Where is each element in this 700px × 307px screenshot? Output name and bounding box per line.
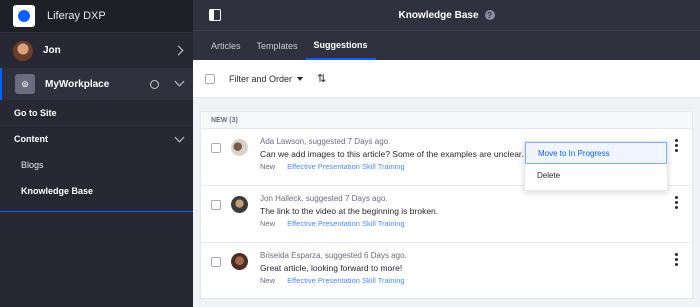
tab-suggestions[interactable]: Suggestions (305, 31, 376, 60)
tab-templates[interactable]: Templates (249, 31, 306, 60)
sort-icon[interactable]: ⇅ (317, 72, 326, 85)
sidebar-section-label: Content (14, 134, 48, 144)
suggestions-list: NEW (3) Ada Lawson, suggested 7 Days ago… (200, 111, 693, 299)
product-menu: Liferay DXP Jon ⊚ MyWorkplace Go to Site… (0, 0, 193, 307)
user-name: Jon (43, 45, 61, 56)
suggestion-meta: Briseida Esparza, suggested 6 Days ago. (260, 251, 407, 260)
status-label: New (260, 219, 276, 228)
kebab-menu-icon[interactable] (675, 253, 678, 266)
avatar (231, 139, 248, 156)
suggestion-footer: New Effective Presentation Skill Trainin… (260, 162, 405, 171)
sidebar-item-knowledge-base[interactable]: Knowledge Base (0, 178, 193, 204)
suggestion-meta: Jon Halleck, suggested 7 Days ago. (260, 194, 388, 203)
product-menu-toggle-icon[interactable] (209, 9, 221, 21)
select-all-checkbox[interactable] (205, 73, 215, 84)
list-item: Jon Halleck, suggested 7 Days ago. The l… (201, 186, 692, 243)
tab-articles[interactable]: Articles (203, 31, 249, 60)
management-toolbar: Filter and Order ⇅ (193, 60, 700, 98)
workplace-name: MyWorkplace (45, 78, 110, 90)
suggestion-footer: New Effective Presentation Skill Trainin… (260, 276, 405, 285)
row-checkbox[interactable] (211, 257, 221, 267)
row-checkbox[interactable] (211, 200, 221, 210)
article-link[interactable]: Effective Presentation Skill Training (287, 162, 404, 171)
avatar (231, 196, 248, 213)
suggestion-footer: New Effective Presentation Skill Trainin… (260, 219, 405, 228)
chevron-right-icon (173, 45, 184, 56)
page-title: Knowledge Base (398, 9, 479, 21)
list-group-header: NEW (3) (201, 112, 692, 129)
site-icon: ⊚ (15, 74, 35, 94)
row-checkbox[interactable] (211, 143, 221, 153)
article-link[interactable]: Effective Presentation Skill Training (287, 276, 404, 285)
delete-item[interactable]: Delete (525, 164, 667, 186)
user-menu[interactable]: Jon (0, 32, 193, 68)
brand-bar: Liferay DXP (0, 0, 193, 32)
navigation-tabs: Articles Templates Suggestions (193, 30, 700, 60)
filter-and-order-dropdown[interactable]: Filter and Order (229, 73, 304, 84)
filter-label: Filter and Order (229, 73, 293, 84)
status-label: New (260, 276, 276, 285)
suggestion-meta: Ada Lawson, suggested 7 Days ago. (260, 137, 391, 146)
go-to-site-link[interactable]: Go to Site (0, 100, 193, 126)
chevron-down-icon[interactable] (174, 76, 185, 87)
kebab-menu-icon[interactable] (675, 139, 678, 152)
user-avatar (13, 40, 33, 61)
list-item: Briseida Esparza, suggested 6 Days ago. … (201, 243, 692, 300)
suggestion-message: Great article, looking forward to more! (260, 263, 403, 273)
suggestion-message: Can we add images to this article? Some … (260, 149, 524, 159)
move-to-in-progress-item[interactable]: Move to In Progress (525, 142, 667, 164)
chevron-down-icon (174, 132, 185, 143)
sidebar-section-content[interactable]: Content (0, 126, 193, 152)
compass-icon[interactable] (150, 79, 159, 89)
suggestion-message: The link to the video at the beginning i… (260, 206, 439, 216)
row-actions-dropdown: Move to In Progress Delete (524, 141, 668, 191)
avatar (231, 253, 248, 270)
divider (0, 211, 193, 212)
sidebar-item-blogs[interactable]: Blogs (0, 152, 193, 178)
workplace-site-selector[interactable]: ⊚ MyWorkplace (0, 68, 193, 100)
brand-name: Liferay DXP (47, 10, 106, 22)
control-menu: Knowledge Base ? (193, 0, 700, 30)
article-link[interactable]: Effective Presentation Skill Training (287, 219, 404, 228)
kebab-menu-icon[interactable] (675, 196, 678, 209)
status-label: New (260, 162, 276, 171)
liferay-logo-icon (13, 5, 35, 27)
caret-down-icon (297, 76, 304, 81)
help-icon[interactable]: ? (484, 10, 495, 20)
